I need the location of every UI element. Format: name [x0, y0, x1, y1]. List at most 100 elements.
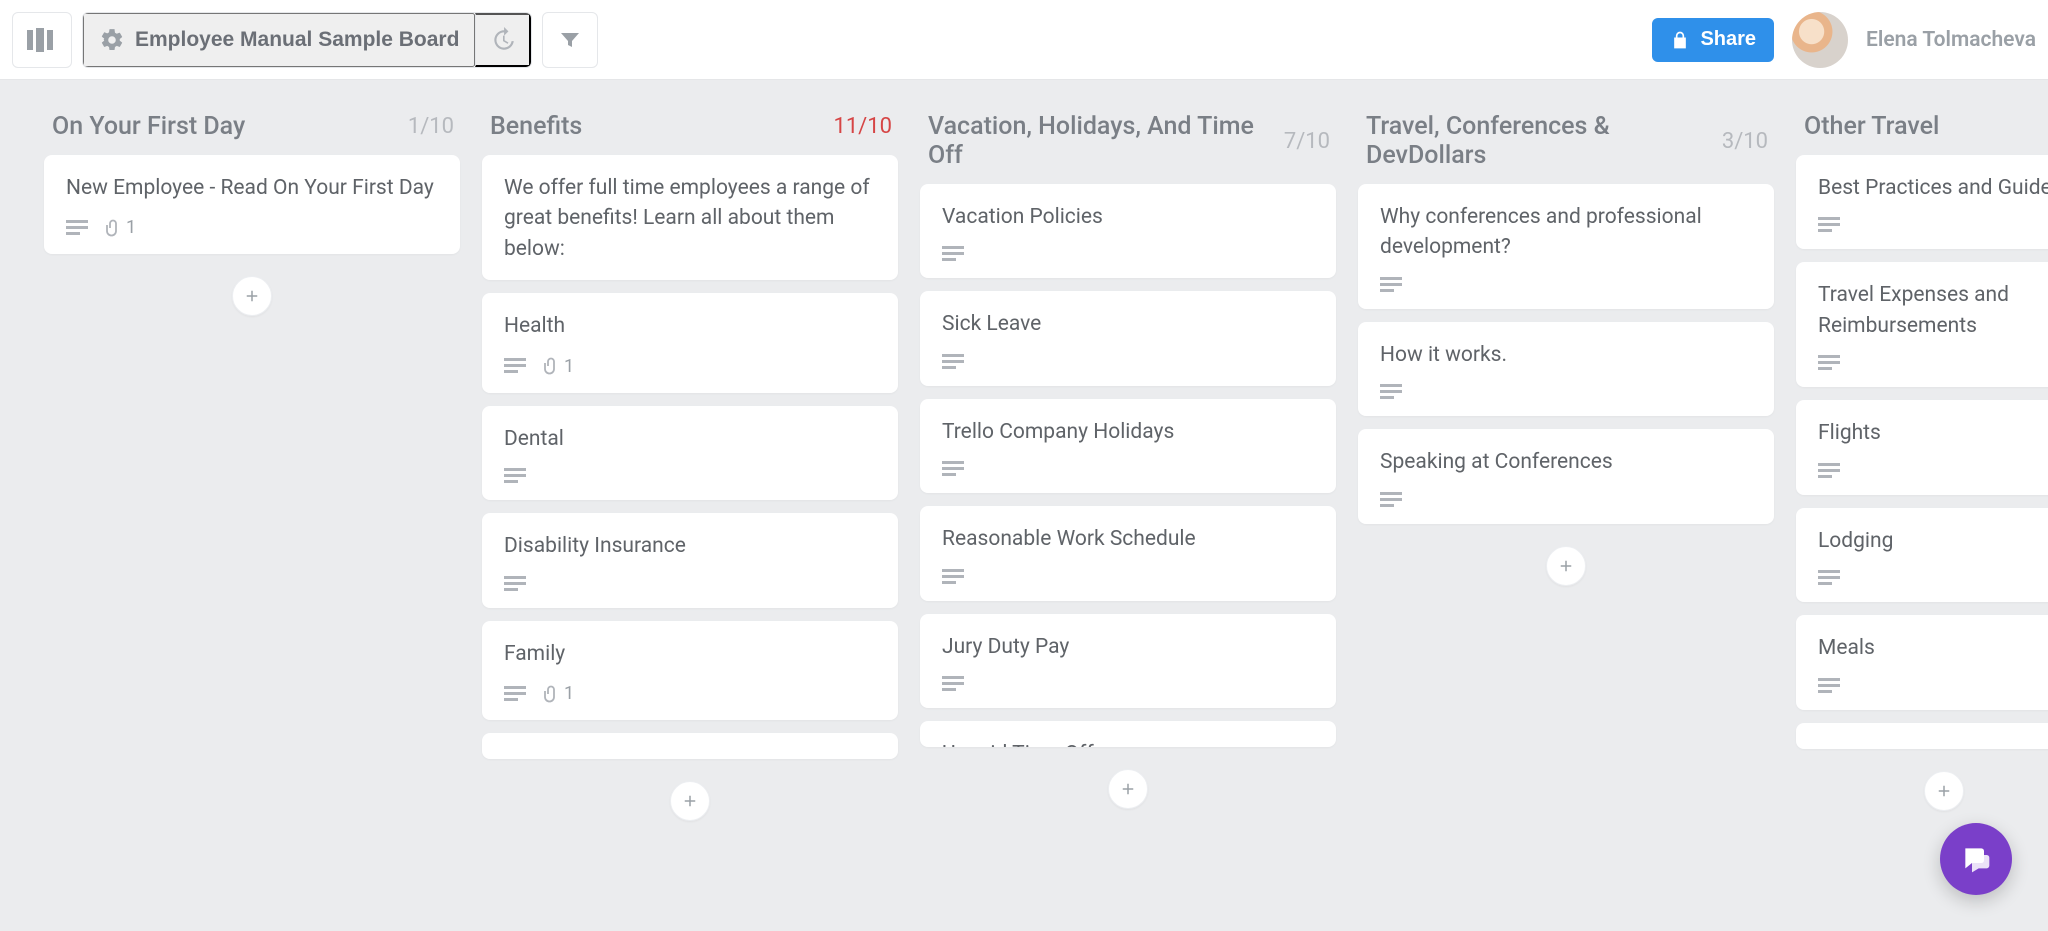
- header-right: Share Elena Tolmacheva: [1652, 12, 2036, 68]
- card[interactable]: Flights: [1796, 400, 2048, 494]
- description-icon: [1818, 355, 1840, 371]
- add-card-button[interactable]: [1924, 771, 1964, 811]
- avatar[interactable]: [1792, 12, 1848, 68]
- card-meta: [942, 246, 1314, 262]
- description-icon: [504, 686, 526, 702]
- list-header[interactable]: Travel, Conferences & DevDollars3/10: [1356, 106, 1776, 182]
- card[interactable]: Dental: [482, 406, 898, 500]
- chat-fab[interactable]: [1940, 823, 2012, 895]
- list-header[interactable]: On Your First Day1/10: [42, 106, 462, 153]
- card-title: Jury Duty Pay: [942, 632, 1314, 662]
- description-icon: [942, 569, 964, 585]
- description-icon: [66, 220, 88, 236]
- description-icon: [1380, 277, 1402, 293]
- card-title: Unpaid Time Off: [942, 739, 1314, 747]
- card[interactable]: Disability Insurance: [482, 513, 898, 607]
- description-icon: [504, 576, 526, 592]
- filter-button[interactable]: [542, 12, 598, 68]
- history-button[interactable]: [475, 13, 531, 67]
- card[interactable]: Jury Duty Pay: [920, 614, 1336, 708]
- add-card-row: [480, 761, 900, 821]
- list-count: 11/10: [833, 114, 892, 139]
- card-meta: [504, 468, 876, 484]
- list-cards: Why conferences and professional develop…: [1356, 182, 1776, 526]
- card[interactable]: Trello Company Holidays: [920, 399, 1336, 493]
- card-meta: [1818, 355, 2048, 371]
- card-title: We offer full time employees a range of …: [504, 173, 876, 264]
- card-attachments: 1: [542, 356, 574, 377]
- card-meta: [942, 676, 1314, 692]
- boards-switch-button[interactable]: [12, 12, 72, 68]
- card-meta: 1: [66, 217, 438, 238]
- card-title: Sick Leave: [942, 309, 1314, 339]
- attachment-icon: [542, 684, 560, 704]
- lock-icon: [1670, 29, 1690, 51]
- attachment-count: 1: [564, 356, 574, 377]
- header-left: Employee Manual Sample Board: [12, 12, 598, 68]
- card[interactable]: Best Practices and Guide: [1796, 155, 2048, 249]
- attachment-count: 1: [564, 683, 574, 704]
- card[interactable]: Family1: [482, 621, 898, 720]
- card[interactable]: Unpaid Time Off: [920, 721, 1336, 747]
- add-card-button[interactable]: [670, 781, 710, 821]
- card-title: Vacation Policies: [942, 202, 1314, 232]
- chat-icon: [1960, 843, 1992, 875]
- user-name[interactable]: Elena Tolmacheva: [1866, 28, 2036, 52]
- card[interactable]: Meals: [1796, 615, 2048, 709]
- description-icon: [942, 461, 964, 477]
- card-meta: 1: [504, 683, 876, 704]
- card-meta: [1818, 217, 2048, 233]
- list: Other Travel Best Practices and Guide Trav…: [1794, 106, 2048, 811]
- card[interactable]: [1796, 723, 2048, 749]
- card[interactable]: We offer full time employees a range of …: [482, 155, 898, 280]
- card-title: Trello Company Holidays: [942, 417, 1314, 447]
- list-header[interactable]: Benefits 11/10: [480, 106, 900, 153]
- card-meta: [504, 576, 876, 592]
- card-title: Disability Insurance: [504, 531, 876, 561]
- list: On Your First Day1/10New Employee - Read…: [42, 106, 462, 316]
- card[interactable]: Lodging: [1796, 508, 2048, 602]
- share-button[interactable]: Share: [1652, 18, 1774, 62]
- card[interactable]: New Employee - Read On Your First Day1: [44, 155, 460, 254]
- add-card-button[interactable]: [1546, 546, 1586, 586]
- list-header[interactable]: Other Travel: [1794, 106, 2048, 153]
- card[interactable]: Speaking at Conferences: [1358, 429, 1774, 523]
- card-title: Meals: [1818, 633, 2048, 663]
- list-title: Benefits: [490, 112, 582, 141]
- description-icon: [504, 468, 526, 484]
- card[interactable]: Health1: [482, 293, 898, 392]
- card-meta: 1: [504, 356, 876, 377]
- card-meta: [942, 569, 1314, 585]
- card[interactable]: Why conferences and professional develop…: [1358, 184, 1774, 309]
- filter-icon: [558, 28, 582, 52]
- card-title: Why conferences and professional develop…: [1380, 202, 1752, 263]
- card-title: Reasonable Work Schedule: [942, 524, 1314, 554]
- card[interactable]: Sick Leave: [920, 291, 1336, 385]
- card-meta: [1818, 678, 2048, 694]
- card[interactable]: [482, 733, 898, 759]
- board-canvas[interactable]: On Your First Day1/10New Employee - Read…: [0, 80, 2048, 931]
- list: Vacation, Holidays, And Time Off7/10 Vaca…: [918, 106, 1338, 809]
- attachment-count: 1: [126, 217, 136, 238]
- list-count: 1/10: [408, 114, 454, 139]
- card-attachments: 1: [542, 683, 574, 704]
- list-header[interactable]: Vacation, Holidays, And Time Off7/10: [918, 106, 1338, 182]
- card[interactable]: Reasonable Work Schedule: [920, 506, 1336, 600]
- card[interactable]: How it works.: [1358, 322, 1774, 416]
- card[interactable]: Travel Expenses and Reimbursements: [1796, 262, 2048, 387]
- description-icon: [1818, 570, 1840, 586]
- list-title: Other Travel: [1804, 112, 1939, 141]
- list-count: 7/10: [1284, 129, 1330, 154]
- list-title: Travel, Conferences & DevDollars: [1366, 112, 1722, 170]
- add-card-button[interactable]: [1108, 769, 1148, 809]
- list-cards: New Employee - Read On Your First Day1: [42, 153, 462, 256]
- card[interactable]: Vacation Policies: [920, 184, 1336, 278]
- board-name-button[interactable]: Employee Manual Sample Board: [83, 13, 475, 67]
- boards-icon: [27, 28, 57, 52]
- description-icon: [504, 358, 526, 374]
- card-title: How it works.: [1380, 340, 1752, 370]
- description-icon: [942, 246, 964, 262]
- add-card-button[interactable]: [232, 276, 272, 316]
- description-icon: [1380, 384, 1402, 400]
- add-card-row: [918, 749, 1338, 809]
